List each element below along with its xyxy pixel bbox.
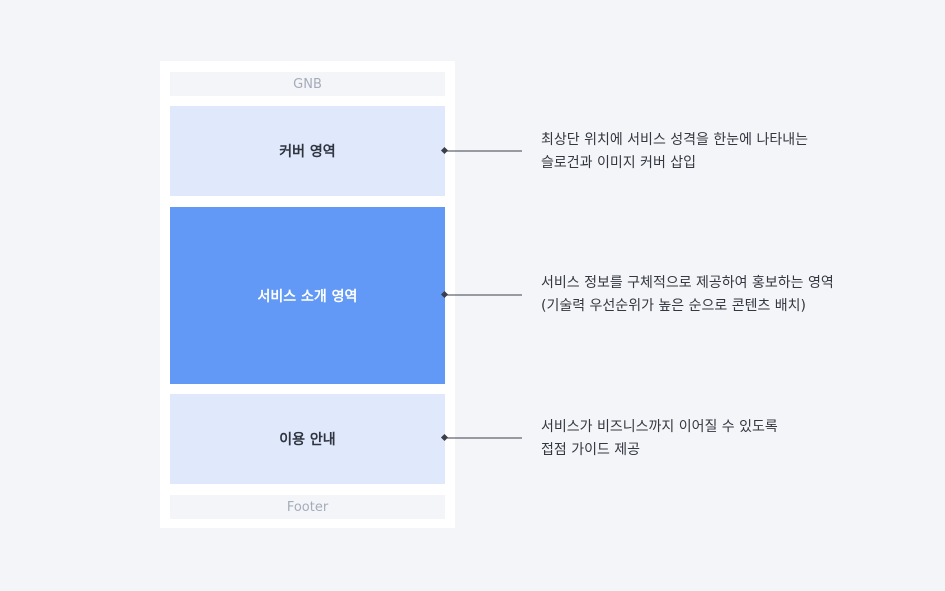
service-intro-area-block: 서비스 소개 영역 [170, 207, 445, 384]
service-description-line: (기술력 우선순위가 높은 순으로 콘텐츠 배치) [541, 298, 807, 314]
cover-area-block: 커버 영역 [170, 106, 445, 196]
guide-description-line: 서비스가 비즈니스까지 이어질 수 있도록 [541, 419, 778, 435]
service-description-line: 서비스 정보를 구체적으로 제공하여 홍보하는 영역 [541, 275, 834, 291]
cover-description-line: 최상단 위치에 서비스 성격을 한눈에 나타내는 [541, 132, 808, 148]
guide-description: 서비스가 비즈니스까지 이어질 수 있도록 접점 가이드 제공 [541, 416, 881, 462]
page-wireframe: GNB 커버 영역 서비스 소개 영역 이용 안내 Footer [160, 61, 455, 528]
cover-description-line: 슬로건과 이미지 커버 삽입 [541, 155, 697, 171]
gnb-block: GNB [170, 72, 445, 96]
usage-guide-area-block: 이용 안내 [170, 394, 445, 484]
guide-description-line: 접점 가이드 제공 [541, 442, 641, 458]
footer-block: Footer [170, 495, 445, 519]
cover-description: 최상단 위치에 서비스 성격을 한눈에 나타내는 슬로건과 이미지 커버 삽입 [541, 129, 881, 175]
service-description: 서비스 정보를 구체적으로 제공하여 홍보하는 영역 (기술력 우선순위가 높은… [541, 272, 881, 318]
